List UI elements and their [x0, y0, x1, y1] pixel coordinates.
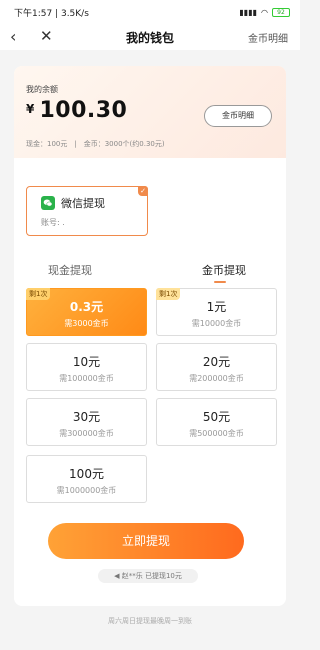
withdraw-now-button[interactable]: 立即提现: [48, 523, 244, 559]
balance-label: 我的余额: [26, 85, 58, 94]
wechat-withdraw-option[interactable]: 微信提现 账号: . ✓: [26, 186, 148, 236]
wallet-card: 我的余额 ¥ 100.30 金币明细 现金：100元 | 金币：3000个(约0…: [14, 66, 286, 606]
wechat-account: 账号: .: [41, 218, 65, 227]
coin-detail-link[interactable]: 金币明细: [248, 30, 288, 45]
option-requirement: 需10000金币: [191, 319, 242, 328]
option-requirement: 需3000金币: [64, 319, 109, 328]
status-time: 下午1:57 | 3.5K/s: [14, 8, 89, 19]
option-amount: 20元: [202, 355, 231, 369]
wifi-icon: ◠: [261, 7, 268, 17]
withdraw-option-1[interactable]: 剩1次 1元 需10000金币: [156, 288, 277, 336]
wechat-withdraw-title: 微信提现: [61, 197, 105, 210]
withdraw-option-20[interactable]: 20元 需200000金币: [156, 343, 277, 391]
balance-breakdown: 现金：100元 | 金币：3000个(约0.30元): [26, 140, 165, 148]
withdraw-option-0.3[interactable]: 剩1次 0.3元 需3000金币: [26, 288, 147, 336]
balance-amount: ¥ 100.30: [26, 98, 127, 123]
option-requirement: 需500000金币: [189, 429, 244, 438]
withdraw-option-50[interactable]: 50元 需500000金币: [156, 398, 277, 446]
balance-value: 100.30: [39, 98, 128, 123]
option-requirement: 需300000金币: [59, 429, 114, 438]
nav-bar: ‹ ✕ 我的钱包 金币明细: [0, 24, 300, 50]
option-amount: 30元: [72, 410, 101, 424]
option-amount: 1元: [206, 300, 227, 314]
status-icons: ▮▮▮▮ ◠ 92: [239, 7, 290, 17]
tab-cash-withdraw[interactable]: 现金提现: [48, 262, 92, 278]
option-amount: 0.3元: [69, 300, 104, 314]
option-amount: 50元: [202, 410, 231, 424]
tab-coin-withdraw[interactable]: 金币提现: [202, 262, 246, 278]
option-requirement: 需1000000金币: [56, 486, 117, 495]
signal-icon: ▮▮▮▮: [239, 7, 258, 17]
wechat-icon: [41, 196, 55, 210]
option-requirement: 需200000金币: [189, 374, 244, 383]
tab-active-indicator: [214, 281, 226, 283]
notice-text: 赵**乐 已提现10元: [121, 572, 182, 580]
withdraw-option-100[interactable]: 100元 需1000000金币: [26, 455, 147, 503]
speaker-icon: ◀: [114, 572, 122, 580]
footer-note: 周六周日提现最晚周一到账: [108, 617, 192, 625]
battery-icon: 92: [272, 7, 290, 17]
withdraw-notice: ◀ 赵**乐 已提现10元: [98, 569, 198, 583]
option-amount: 100元: [69, 467, 104, 481]
option-requirement: 需100000金币: [59, 374, 114, 383]
currency-symbol: ¥: [26, 102, 35, 116]
check-icon: ✓: [138, 186, 148, 196]
option-amount: 10元: [72, 355, 101, 369]
balance-section: 我的余额 ¥ 100.30 金币明细 现金：100元 | 金币：3000个(约0…: [14, 66, 286, 158]
coin-detail-button[interactable]: 金币明细: [204, 105, 272, 127]
status-bar: 下午1:57 | 3.5K/s ▮▮▮▮ ◠ 92: [0, 0, 300, 24]
withdraw-option-10[interactable]: 10元 需100000金币: [26, 343, 147, 391]
withdraw-option-30[interactable]: 30元 需300000金币: [26, 398, 147, 446]
